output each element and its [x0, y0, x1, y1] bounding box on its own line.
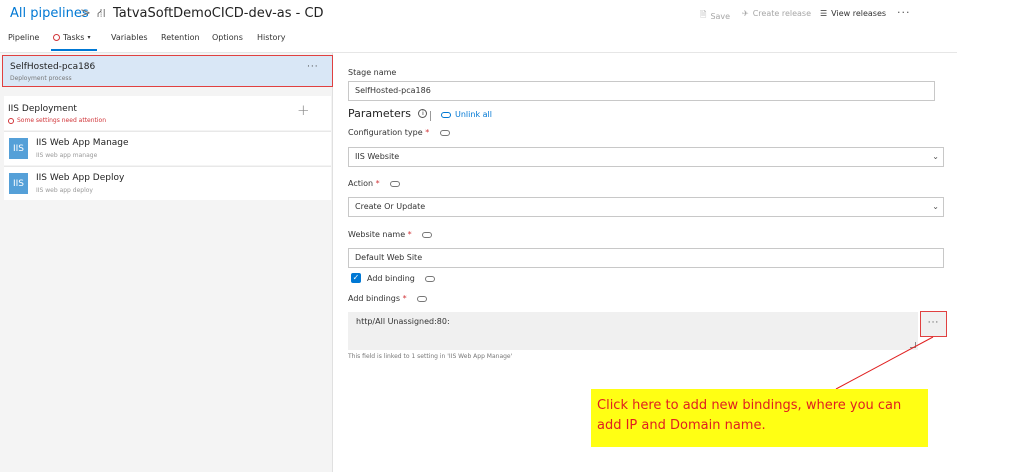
annotation-callout: Click here to add new bindings, where yo… [591, 389, 928, 447]
iis-icon: IIS [9, 138, 28, 159]
link-icon[interactable] [425, 275, 436, 282]
parameters-heading: Parameters i [348, 107, 428, 120]
active-tab-indicator [51, 49, 97, 51]
create-release-button[interactable]: ✈ Create release [742, 9, 811, 18]
rocket-icon: ✈ [742, 9, 749, 18]
task-title: IIS Web App Manage [36, 138, 129, 148]
info-icon[interactable]: i [418, 109, 428, 118]
task-title: IIS Web App Deploy [36, 173, 125, 183]
task-subtitle: IIS web app deploy [36, 187, 93, 194]
job-item[interactable]: IIS Deployment Some settings need attent… [4, 96, 331, 130]
breadcrumb-separator: > [80, 6, 91, 21]
stage-name-label: Stage name [348, 68, 397, 77]
more-actions-button[interactable]: ··· [897, 6, 911, 19]
link-icon[interactable] [422, 231, 433, 238]
save-icon: 🗎 [700, 10, 707, 19]
job-title: IIS Deployment [8, 104, 77, 114]
save-button[interactable]: 🗎 Save [700, 9, 730, 23]
deployment-process-panel: SelfHosted-pca186 Deployment process ···… [0, 53, 333, 472]
stage-subtitle: Deployment process [10, 75, 72, 82]
action-select[interactable]: Create Or Update ⌄ [348, 197, 944, 217]
link-icon[interactable] [390, 180, 401, 187]
tab-pipeline[interactable]: Pipeline [8, 33, 39, 42]
bindings-textarea[interactable]: http/All Unassigned:80: [348, 312, 918, 350]
list-icon: ☰ [820, 9, 828, 18]
view-releases-button[interactable]: ☰ View releases [820, 9, 886, 18]
tab-variables[interactable]: Variables [111, 33, 148, 42]
chevron-down-icon: ⌄ [932, 202, 939, 211]
link-icon[interactable] [417, 295, 428, 302]
breadcrumb-all-pipelines[interactable]: All pipelines [10, 6, 89, 21]
task-item[interactable]: IIS IIS Web App Deploy IIS web app deplo… [4, 166, 331, 200]
tab-tasks[interactable]: Tasks ▾ [53, 33, 90, 42]
task-subtitle: IIS web app manage [36, 152, 98, 159]
configuration-type-select[interactable]: IIS Website ⌄ [348, 147, 944, 167]
iis-icon: IIS [9, 173, 28, 194]
header: All pipelines > ⛙ TatvaSoftDemoCICD-dev-… [0, 0, 1024, 30]
chevron-down-icon: ⌄ [932, 152, 939, 161]
add-task-button[interactable]: + [297, 101, 310, 119]
warning-icon [8, 117, 14, 124]
link-icon[interactable] [439, 129, 450, 136]
stage-item[interactable]: SelfHosted-pca186 Deployment process ··· [2, 55, 333, 87]
chevron-down-icon: ▾ [87, 34, 91, 41]
configuration-type-label: Configuration type * [348, 128, 450, 137]
add-bindings-label: Add bindings * [348, 294, 428, 303]
unlink-all-link[interactable]: Unlink all [441, 110, 492, 119]
job-warning: Some settings need attention [8, 117, 106, 124]
website-name-label: Website name * [348, 230, 433, 239]
link-icon [441, 111, 451, 118]
tab-history[interactable]: History [257, 33, 285, 42]
add-binding-label: Add binding [367, 274, 436, 283]
warning-icon [53, 34, 60, 41]
resize-handle[interactable] [910, 342, 916, 348]
add-binding-checkbox[interactable]: ✓ [351, 273, 361, 283]
tab-retention[interactable]: Retention [161, 33, 200, 42]
stage-title: SelfHosted-pca186 [10, 62, 96, 72]
divider [430, 111, 431, 121]
website-name-input[interactable]: Default Web Site [348, 248, 944, 268]
stage-more-button[interactable]: ··· [307, 62, 319, 72]
task-item[interactable]: IIS IIS Web App Manage IIS web app manag… [4, 131, 331, 165]
pipeline-icon: ⛙ [97, 6, 106, 20]
page-title: TatvaSoftDemoCICD-dev-as - CD [113, 6, 324, 21]
edit-bindings-button[interactable]: ··· [920, 311, 947, 337]
action-label: Action * [348, 179, 401, 188]
stage-name-input[interactable]: SelfHosted-pca186 [348, 81, 935, 101]
tab-options[interactable]: Options [212, 33, 243, 42]
linked-setting-hint: This field is linked to 1 setting in 'II… [348, 353, 513, 360]
